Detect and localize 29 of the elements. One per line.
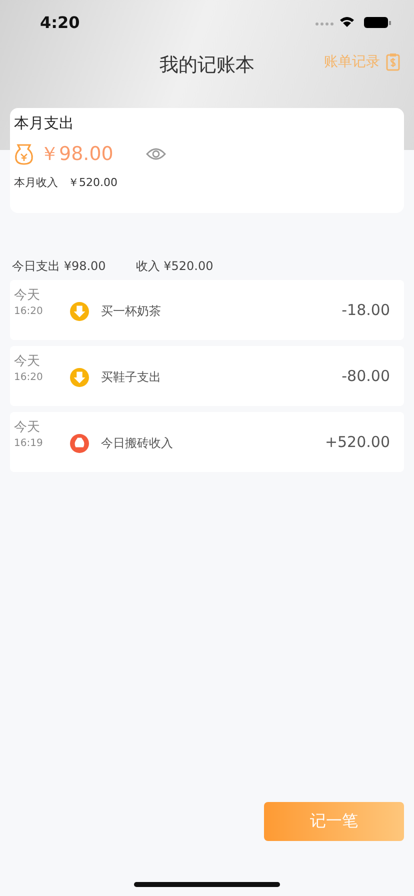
transaction-amount: -80.00 (342, 367, 390, 385)
transaction-time: 16:19 (14, 438, 44, 449)
card-title: 本月支出 (14, 114, 75, 133)
wifi-icon (340, 17, 354, 27)
transaction-time: 16:20 (14, 372, 44, 383)
month-expense-amount: ￥98.00 (40, 142, 114, 167)
signal-icon (316, 22, 334, 26)
transaction-time: 16:20 (14, 306, 44, 317)
transaction-day: 今天 (14, 286, 70, 304)
battery-icon (364, 17, 391, 28)
today-income: 收入 ¥520.00 (136, 258, 214, 275)
page-title: 我的记账本 (160, 53, 254, 78)
transaction-name: 买一杯奶茶 (101, 303, 162, 320)
transaction-day: 今天 (14, 352, 70, 370)
transaction-name: 买鞋子支出 (101, 369, 162, 386)
month-income-label: 本月收入 (14, 175, 58, 190)
today-expense: 今日支出 ¥98.00 (12, 258, 106, 275)
transaction-row[interactable]: 今天 16:19 今日搬砖收入 +520.00 (10, 412, 404, 472)
status-time: 4:20 (40, 12, 80, 32)
transaction-amount: +520.00 (324, 433, 390, 451)
transaction-row[interactable]: 今天 16:20 买鞋子支出 -80.00 (10, 346, 404, 406)
transaction-amount: -18.00 (342, 301, 390, 319)
transaction-name: 今日搬砖收入 (101, 435, 174, 452)
receipt-icon (386, 53, 400, 71)
money-bag-icon (14, 143, 34, 165)
transaction-day: 今天 (14, 418, 70, 436)
month-income-amount: ￥520.00 (68, 175, 118, 190)
transaction-row[interactable]: 今天 16:20 买一杯奶茶 -18.00 (10, 280, 404, 340)
eye-icon[interactable] (146, 147, 166, 161)
